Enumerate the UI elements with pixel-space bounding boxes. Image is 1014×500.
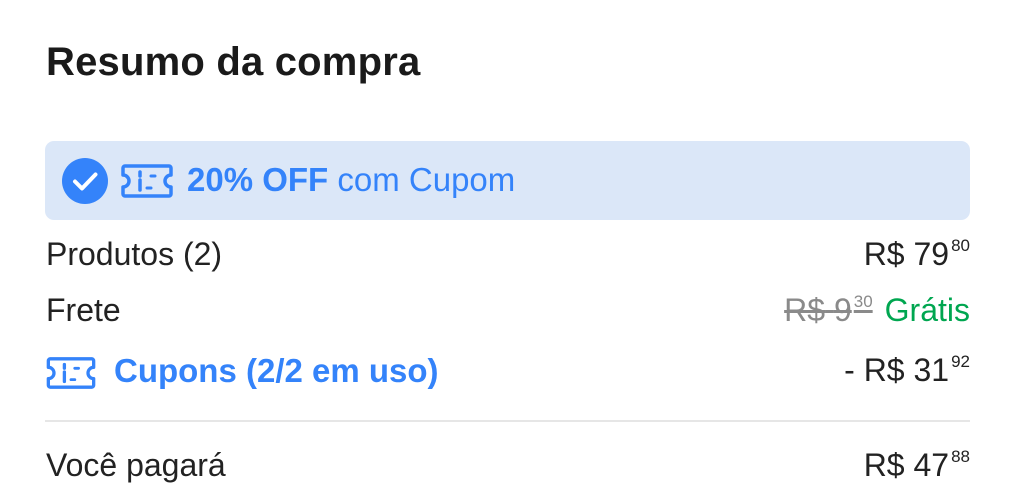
coupon-banner-text: 20% OFF com Cupom xyxy=(187,161,515,199)
products-row: Produtos (2) R$ 79 80 xyxy=(46,236,970,276)
purchase-summary: Resumo da compra 20% OFF com Cupom Produ… xyxy=(0,0,1014,500)
products-price: R$ 79 80 xyxy=(864,236,970,273)
products-amount: 79 xyxy=(913,236,950,272)
total-row: Você pagará R$ 47 88 xyxy=(46,447,970,487)
products-label: Produtos (2) xyxy=(46,236,223,272)
total-amount: 47 xyxy=(913,447,950,483)
coupon-discount: 20% OFF xyxy=(187,161,329,198)
total-currency: R$ xyxy=(863,447,905,483)
coupons-row[interactable]: Cupons (2/2 em uso) - R$ 31 92 xyxy=(46,352,970,392)
shipping-label: Frete xyxy=(46,292,121,328)
products-currency: R$ xyxy=(863,236,905,272)
coupons-cents: 92 xyxy=(951,352,970,371)
coupon-banner-suffix: com Cupom xyxy=(328,161,516,198)
ticket-icon xyxy=(46,357,96,389)
coupon-banner[interactable]: 20% OFF com Cupom xyxy=(45,141,970,220)
coupons-label: Cupons (2/2 em uso) xyxy=(114,352,439,389)
shipping-old-amount: 9 xyxy=(833,292,852,328)
total-label: Você pagará xyxy=(46,447,226,483)
check-circle-icon xyxy=(62,158,108,204)
ticket-icon xyxy=(121,164,173,198)
coupons-prefix: - R$ xyxy=(844,352,905,388)
shipping-old-cents: 30 xyxy=(853,292,873,311)
shipping-old-price: R$ 9 30 xyxy=(784,292,873,328)
total-price: R$ 47 88 xyxy=(864,447,970,484)
shipping-row: Frete R$ 9 30 Grátis xyxy=(46,292,970,332)
shipping-free-label: Grátis xyxy=(884,292,970,328)
page-title: Resumo da compra xyxy=(46,40,421,84)
products-cents: 80 xyxy=(951,236,970,255)
coupons-discount: - R$ 31 92 xyxy=(844,352,970,389)
shipping-old-currency: R$ xyxy=(784,292,826,328)
coupons-amount: 31 xyxy=(913,352,950,388)
total-cents: 88 xyxy=(951,447,970,466)
divider xyxy=(45,420,970,422)
shipping-price: R$ 9 30 Grátis xyxy=(784,292,970,329)
